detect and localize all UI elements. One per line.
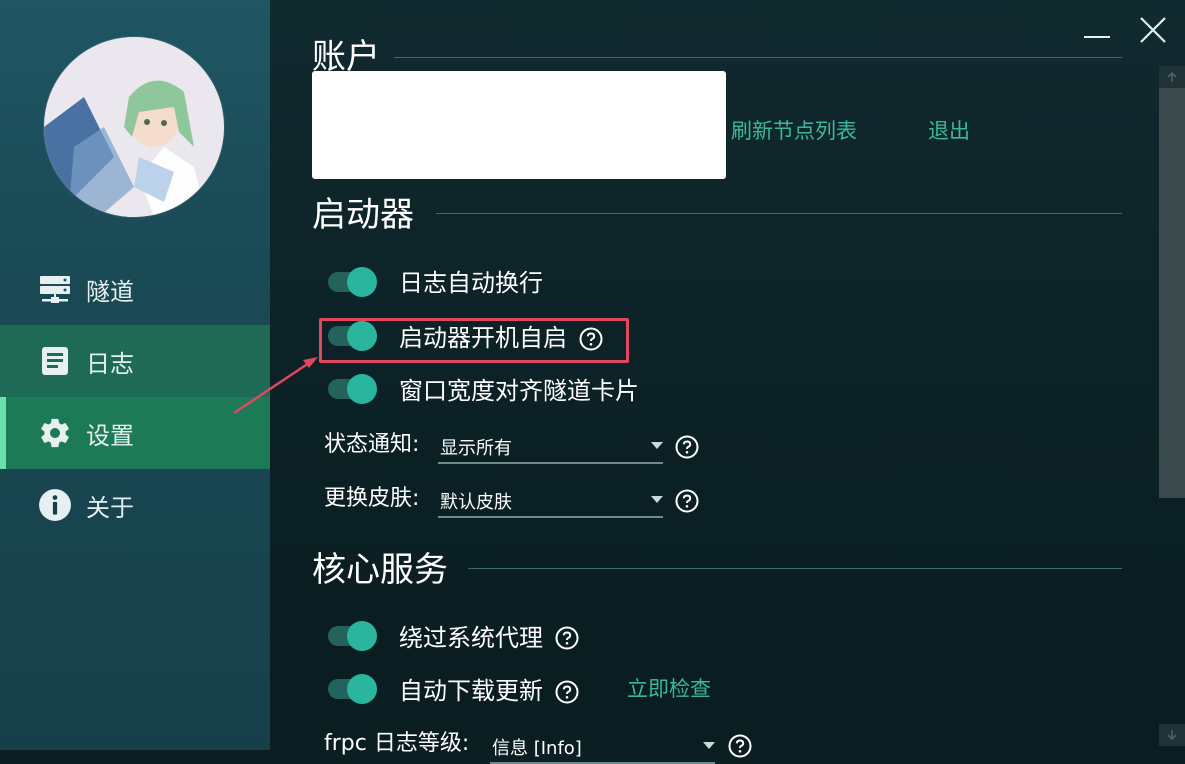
section-title-account: 账户 [312,37,380,77]
help-icon[interactable] [555,680,579,704]
avatar-image [44,37,224,217]
gear-icon [38,416,72,450]
close-button[interactable] [1135,14,1171,50]
sidebar: 隧道 日志 设置 关于 [0,0,270,750]
option-label: 绕过系统代理 [399,624,543,652]
logout-link[interactable]: 退出 [928,121,970,142]
section-title-core-service: 核心服务 [312,550,448,590]
settings-panel: 账户 刷新节点列表 退出 启动器 日志自动换行 启动器开机自启 窗口宽度对齐隧道… [270,0,1185,764]
log-level-select[interactable]: 信息 [Info] [490,728,715,764]
option-label: 窗口宽度对齐隧道卡片 [399,377,639,405]
sidebar-item-label: 设置 [86,421,134,450]
arrow-up-icon [1167,71,1177,82]
help-icon[interactable] [675,435,699,459]
toggle-log-wrap[interactable] [328,267,377,297]
scrollbar-thumb[interactable] [1159,88,1185,498]
sidebar-item-label: 日志 [86,349,134,378]
avatar[interactable] [44,37,224,217]
skin-label: 更换皮肤: [324,486,420,511]
minimize-button[interactable] [1080,14,1116,50]
toggle-bypass-proxy[interactable] [328,621,377,651]
info-icon [38,488,72,522]
help-icon[interactable] [675,489,699,513]
sidebar-item-logs[interactable]: 日志 [0,325,270,397]
select-value: 信息 [Info] [492,738,582,759]
section-divider [394,57,1122,58]
sidebar-item-about[interactable]: 关于 [0,469,270,541]
select-value: 显示所有 [440,438,512,459]
sidebar-item-label: 隧道 [86,277,134,306]
sidebar-item-label: 关于 [86,493,134,522]
skin-select[interactable]: 默认皮肤 [438,482,663,518]
toggle-auto-update[interactable] [328,674,377,704]
account-info-box [312,71,726,179]
sidebar-nav: 隧道 日志 设置 关于 [0,253,270,541]
option-label: 自动下载更新 [399,677,543,705]
option-label: 日志自动换行 [399,269,543,297]
chevron-down-icon [651,496,663,503]
section-divider [468,568,1122,569]
minimize-icon [1084,36,1110,38]
status-notify-select[interactable]: 显示所有 [438,428,663,464]
scrollbar[interactable] [1159,66,1185,750]
close-icon [1140,17,1166,43]
server-icon [38,272,72,306]
status-notify-label: 状态通知: [324,432,420,457]
check-update-now-link[interactable]: 立即检查 [627,679,711,700]
section-divider [436,213,1122,214]
sidebar-item-tunnels[interactable]: 隧道 [0,253,270,325]
log-level-label: frpc 日志等级: [324,731,470,756]
select-value: 默认皮肤 [440,492,512,513]
sidebar-item-settings[interactable]: 设置 [0,397,270,469]
help-icon[interactable] [555,626,579,650]
toggle-window-align[interactable] [328,374,377,404]
help-icon[interactable] [579,327,603,351]
chevron-down-icon [703,742,715,749]
option-label: 启动器开机自启 [399,324,567,352]
help-icon[interactable] [728,734,752,758]
scroll-up-button[interactable] [1159,66,1185,88]
scroll-down-button[interactable] [1159,724,1185,746]
toggle-autostart[interactable] [328,321,377,351]
arrow-down-icon [1167,730,1177,741]
chevron-down-icon [651,442,663,449]
section-title-launcher: 启动器 [312,195,414,235]
log-icon [38,344,72,378]
refresh-node-list-link[interactable]: 刷新节点列表 [731,121,857,142]
